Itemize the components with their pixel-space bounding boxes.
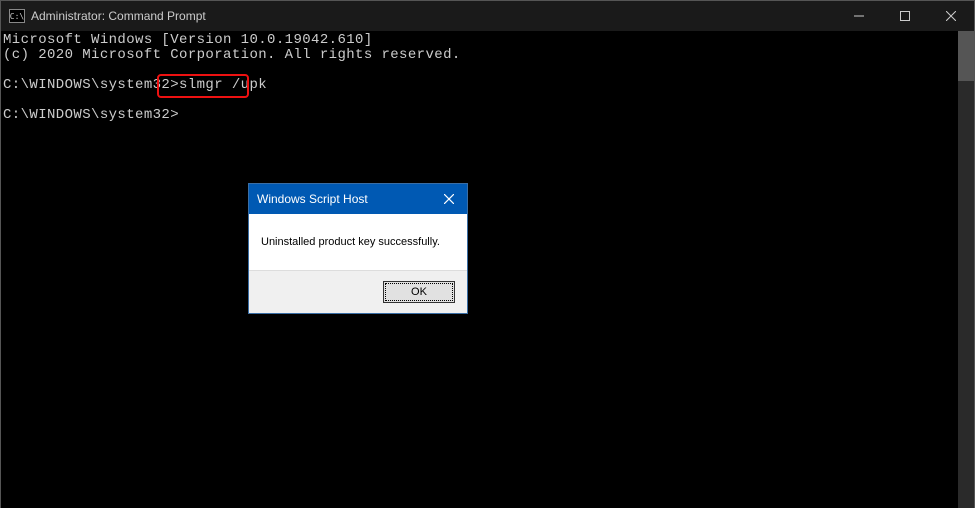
close-button[interactable]: [928, 1, 974, 31]
maximize-button[interactable]: [882, 1, 928, 31]
window-controls: [836, 1, 974, 31]
window-title: Administrator: Command Prompt: [31, 9, 836, 23]
cmd-window: C:\ Administrator: Command Prompt Micros…: [0, 0, 975, 508]
titlebar[interactable]: C:\ Administrator: Command Prompt: [1, 1, 974, 31]
dialog-footer: OK: [249, 270, 467, 313]
dialog-titlebar[interactable]: Windows Script Host: [249, 184, 467, 214]
dialog-close-button[interactable]: [431, 184, 467, 214]
console-line: (c) 2020 Microsoft Corporation. All righ…: [3, 47, 461, 63]
minimize-button[interactable]: [836, 1, 882, 31]
dialog-window: Windows Script Host Uninstalled product …: [248, 183, 468, 314]
dialog-title: Windows Script Host: [257, 192, 431, 206]
console-prompt: C:\WINDOWS\system32>: [3, 107, 179, 123]
console-output[interactable]: Microsoft Windows [Version 10.0.19042.61…: [1, 31, 960, 508]
console-command: slmgr /upk: [179, 77, 267, 93]
console-prompt: C:\WINDOWS\system32>: [3, 77, 179, 93]
cmd-icon: C:\: [9, 9, 25, 23]
scrollbar-vertical[interactable]: [958, 31, 974, 508]
scrollbar-thumb[interactable]: [958, 31, 974, 81]
console-line: Microsoft Windows [Version 10.0.19042.61…: [3, 32, 373, 48]
ok-button[interactable]: OK: [383, 281, 455, 303]
dialog-message: Uninstalled product key successfully.: [249, 214, 467, 270]
